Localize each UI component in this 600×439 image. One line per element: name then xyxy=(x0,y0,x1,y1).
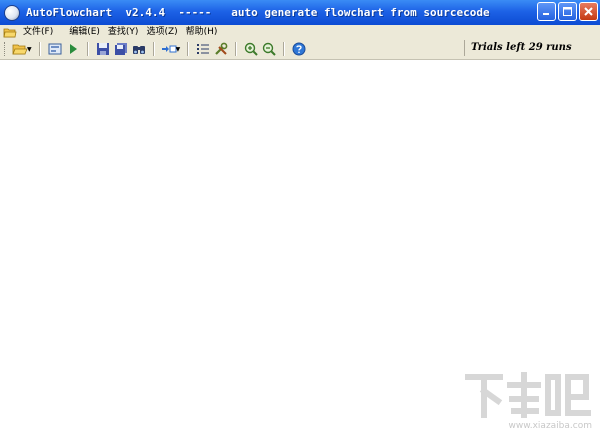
zoom-in-icon xyxy=(245,42,258,56)
toolbar-separator xyxy=(235,42,238,56)
menu-find[interactable]: 查找(Y) xyxy=(104,26,143,38)
list-button[interactable] xyxy=(194,40,212,58)
watermark: www.xiazaiba.com xyxy=(462,371,592,431)
toolbar-separator xyxy=(38,42,41,56)
list-icon xyxy=(197,44,210,54)
save-button[interactable] xyxy=(94,40,112,58)
menu-options[interactable]: 选项(Z) xyxy=(142,26,181,38)
flowchart-canvas[interactable]: www.xiazaiba.com xyxy=(0,60,600,439)
window-controls xyxy=(537,2,598,21)
run-button[interactable] xyxy=(64,40,82,58)
watermark-url: www.xiazaiba.com xyxy=(508,421,592,431)
zoom-in-button[interactable] xyxy=(242,40,260,58)
title-bar[interactable]: AutoFlowchart v2.4.4 ----- auto generate… xyxy=(0,0,600,25)
toolbar-separator xyxy=(152,42,155,56)
zoom-out-icon xyxy=(263,42,276,56)
toolbar-separator xyxy=(283,42,286,56)
flowchart-button[interactable] xyxy=(46,40,64,58)
maximize-icon xyxy=(563,7,572,16)
find-button[interactable] xyxy=(130,40,148,58)
window-title: AutoFlowchart v2.4.4 ----- auto generate… xyxy=(26,6,490,19)
save-all-icon xyxy=(114,43,127,55)
app-window: AutoFlowchart v2.4.4 ----- auto generate… xyxy=(0,0,600,439)
save-all-button[interactable] xyxy=(112,40,130,58)
tools-icon xyxy=(215,42,228,55)
watermark-logo xyxy=(462,371,592,419)
app-icon[interactable] xyxy=(4,4,20,21)
menu-edit[interactable]: 编辑(E) xyxy=(65,26,104,38)
run-icon xyxy=(69,44,77,54)
folder-icon xyxy=(3,26,17,38)
close-button[interactable] xyxy=(579,2,598,21)
menu-bar: 文件(F) 编辑(E) 查找(Y) 选项(Z) 帮助(H) xyxy=(0,25,600,39)
zoom-out-button[interactable] xyxy=(260,40,278,58)
flowchart-icon xyxy=(48,43,62,55)
minimize-button[interactable] xyxy=(537,2,556,21)
open-folder-icon xyxy=(12,44,28,55)
goto-icon xyxy=(161,45,177,53)
help-button[interactable] xyxy=(290,40,308,58)
trials-left-status: Trials left 29 runs xyxy=(464,40,600,56)
find-icon xyxy=(132,46,145,54)
toolbar: ▼ ▼ Trials left 29 runs xyxy=(0,39,600,60)
help-icon xyxy=(292,42,306,56)
minimize-icon xyxy=(543,13,549,15)
goto-dropdown-arrow-icon[interactable]: ▼ xyxy=(176,46,181,53)
toolbar-separator xyxy=(187,42,190,56)
save-icon xyxy=(96,43,109,55)
open-dropdown-arrow-icon[interactable]: ▼ xyxy=(27,46,32,53)
menu-help[interactable]: 帮助(H) xyxy=(182,26,222,38)
toolbar-separator xyxy=(86,42,89,56)
toolbar-grip[interactable] xyxy=(4,42,8,56)
close-icon xyxy=(584,7,593,16)
maximize-button[interactable] xyxy=(558,2,577,21)
menu-file[interactable]: 文件(F) xyxy=(19,26,57,38)
tools-button[interactable] xyxy=(212,40,230,58)
